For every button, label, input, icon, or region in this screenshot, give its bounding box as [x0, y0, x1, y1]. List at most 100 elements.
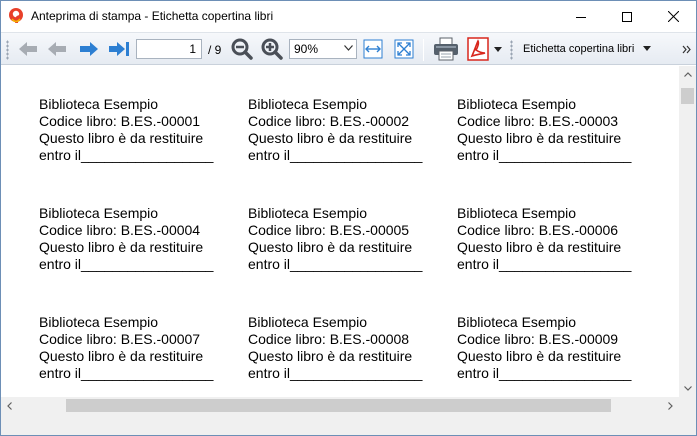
- close-button[interactable]: [650, 1, 696, 32]
- minimize-icon: [576, 16, 586, 18]
- label-library: Biblioteca Esempio: [457, 96, 577, 112]
- label-library: Biblioteca Esempio: [248, 205, 368, 221]
- vertical-scroll-thumb[interactable]: [681, 88, 694, 104]
- window-title: Anteprima di stampa - Etichetta copertin…: [31, 9, 274, 23]
- label-library: Biblioteca Esempio: [248, 314, 368, 330]
- book-label: Biblioteca Esempio Codice libro: B.ES.-0…: [248, 205, 448, 273]
- label-code: Codice libro: B.ES.-00003: [457, 113, 619, 129]
- label-code: Codice libro: B.ES.-00004: [39, 222, 201, 238]
- app-logo-icon: [7, 7, 25, 25]
- toolbar-separator: [423, 39, 424, 61]
- title-bar: Anteprima di stampa - Etichetta copertin…: [1, 1, 696, 32]
- scroll-up-button[interactable]: [679, 66, 696, 83]
- maximize-button[interactable]: [604, 1, 650, 32]
- next-page-icon: [80, 42, 98, 56]
- label-library: Biblioteca Esempio: [39, 314, 159, 330]
- fit-width-button[interactable]: [361, 37, 385, 61]
- vertical-scrollbar[interactable]: [679, 66, 696, 397]
- label-note: Questo libro è da restituire: [457, 348, 622, 364]
- scroll-right-button[interactable]: [662, 397, 679, 414]
- chevron-down-icon: [643, 46, 651, 51]
- toolbar-overflow-button[interactable]: [679, 37, 693, 61]
- label-note: Questo libro è da restituire: [39, 348, 204, 364]
- chevron-down-icon: [494, 46, 502, 52]
- label-note: Questo libro è da restituire: [248, 130, 413, 146]
- label-note: Questo libro è da restituire: [457, 239, 622, 255]
- chevron-up-icon: [683, 72, 692, 77]
- label-note: Questo libro è da restituire: [248, 348, 413, 364]
- zoom-out-button[interactable]: [229, 37, 255, 61]
- print-preview-window: Anteprima di stampa - Etichetta copertin…: [0, 0, 697, 436]
- label-note: Questo libro è da restituire: [248, 239, 413, 255]
- close-icon: [667, 11, 679, 22]
- label-code: Codice libro: B.ES.-00002: [248, 113, 410, 129]
- label-due: entro il_________________: [39, 147, 214, 163]
- print-icon: [434, 37, 458, 61]
- page-number-input[interactable]: 1: [136, 39, 202, 59]
- label-library: Biblioteca Esempio: [39, 96, 159, 112]
- label-due: entro il_________________: [39, 365, 214, 381]
- next-page-button[interactable]: [76, 37, 102, 61]
- label-code: Codice libro: B.ES.-00009: [457, 331, 619, 347]
- double-chevron-right-icon: [682, 45, 691, 53]
- book-label: Biblioteca Esempio Codice libro: B.ES.-0…: [248, 96, 448, 164]
- report-selector[interactable]: Etichetta copertina libri: [517, 39, 657, 59]
- previous-page-icon: [48, 42, 66, 56]
- zoom-value: 90%: [294, 42, 319, 56]
- pdf-icon: [467, 37, 489, 61]
- book-label: Biblioteca Esempio Codice libro: B.ES.-0…: [39, 314, 239, 382]
- horizontal-scrollbar[interactable]: [1, 397, 679, 414]
- export-dropdown-button[interactable]: [492, 37, 504, 61]
- book-label: Biblioteca Esempio Codice libro: B.ES.-0…: [39, 96, 239, 164]
- book-label: Biblioteca Esempio Codice libro: B.ES.-0…: [457, 205, 657, 273]
- page-total-label: / 9: [208, 43, 222, 57]
- label-due: entro il_________________: [457, 256, 632, 272]
- toolbar-grip[interactable]: [510, 40, 513, 60]
- fit-page-button[interactable]: [392, 37, 416, 61]
- label-note: Questo libro è da restituire: [457, 130, 622, 146]
- fit-page-icon: [394, 39, 414, 59]
- maximize-icon: [622, 11, 632, 22]
- label-due: entro il_________________: [457, 147, 632, 163]
- chevron-right-icon: [668, 401, 673, 410]
- label-due: entro il_________________: [457, 365, 632, 381]
- zoom-in-button[interactable]: [259, 37, 285, 61]
- chevron-left-icon: [7, 401, 12, 410]
- previous-page-button[interactable]: [44, 37, 70, 61]
- scroll-down-button[interactable]: [679, 380, 696, 397]
- horizontal-scroll-thumb[interactable]: [66, 399, 611, 412]
- report-name: Etichetta copertina libri: [523, 43, 635, 55]
- chevron-down-icon: [344, 45, 353, 51]
- status-strip: [1, 414, 696, 435]
- first-page-icon: [19, 42, 37, 56]
- label-library: Biblioteca Esempio: [248, 96, 368, 112]
- book-label: Biblioteca Esempio Codice libro: B.ES.-0…: [39, 205, 239, 273]
- preview-page: Biblioteca Esempio Codice libro: B.ES.-0…: [1, 66, 679, 397]
- label-due: entro il_________________: [248, 365, 423, 381]
- fit-width-icon: [363, 39, 383, 59]
- first-page-button[interactable]: [15, 37, 41, 61]
- last-page-icon: [109, 42, 129, 56]
- label-note: Questo libro è da restituire: [39, 239, 204, 255]
- label-code: Codice libro: B.ES.-00005: [248, 222, 410, 238]
- scrollbar-corner: [679, 397, 696, 414]
- print-button[interactable]: [431, 37, 461, 61]
- chevron-down-icon: [683, 386, 692, 391]
- scroll-left-button[interactable]: [1, 397, 18, 414]
- label-library: Biblioteca Esempio: [457, 314, 577, 330]
- label-library: Biblioteca Esempio: [39, 205, 159, 221]
- label-code: Codice libro: B.ES.-00006: [457, 222, 619, 238]
- toolbar-grip[interactable]: [6, 40, 9, 60]
- last-page-button[interactable]: [106, 37, 132, 61]
- preview-toolbar: 1 / 9 90% Etichetta copertina libri: [1, 32, 696, 65]
- zoom-select[interactable]: 90%: [289, 39, 357, 59]
- book-label: Biblioteca Esempio Codice libro: B.ES.-0…: [248, 314, 448, 382]
- label-code: Codice libro: B.ES.-00001: [39, 113, 201, 129]
- label-due: entro il_________________: [248, 147, 423, 163]
- label-code: Codice libro: B.ES.-00008: [248, 331, 410, 347]
- export-pdf-button[interactable]: [465, 37, 491, 61]
- minimize-button[interactable]: [558, 1, 604, 32]
- label-due: entro il_________________: [39, 256, 214, 272]
- book-label: Biblioteca Esempio Codice libro: B.ES.-0…: [457, 314, 657, 382]
- book-label: Biblioteca Esempio Codice libro: B.ES.-0…: [457, 96, 657, 164]
